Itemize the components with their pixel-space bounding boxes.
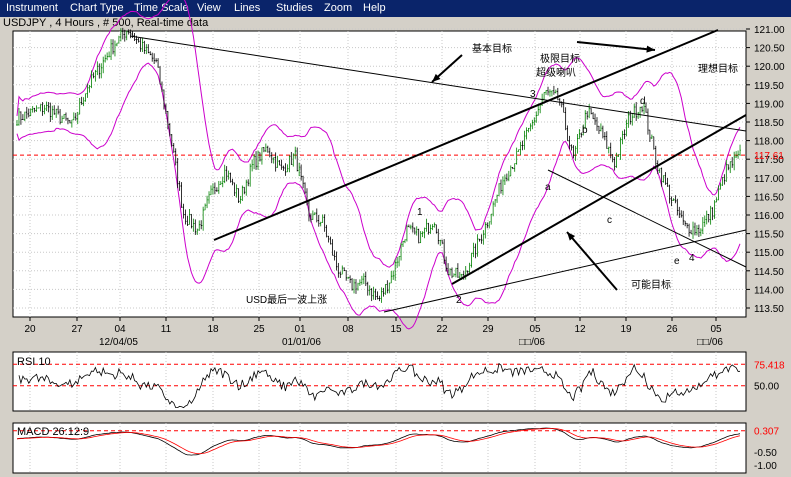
date-label: 12/04/05: [99, 337, 138, 348]
time-tick-label: 26: [666, 324, 678, 335]
price-tick-label: 117.00: [754, 174, 784, 185]
chart-annotation: 4: [689, 253, 695, 264]
chart-annotation: 理想目标: [698, 62, 738, 75]
price-tick-label: 119.50: [754, 81, 784, 92]
price-tick-label: 114.00: [754, 285, 784, 296]
chart-annotation: 2: [456, 295, 462, 306]
chart-annotation: 3: [530, 89, 536, 100]
chart-annotation: 基本目标: [472, 42, 512, 55]
rsi-value-label: 75.418: [754, 360, 785, 371]
price-tick-label: 119.00: [754, 99, 784, 110]
date-label: 01/01/06: [282, 337, 321, 348]
macd-level-label: -0.50: [754, 448, 777, 459]
time-tick-label: 12: [574, 324, 586, 335]
price-tick-label: 113.50: [754, 304, 784, 315]
time-tick-label: 15: [390, 324, 402, 335]
time-tick-label: 04: [114, 324, 126, 335]
chart-annotation: c: [607, 215, 612, 226]
time-tick-label: 22: [436, 324, 448, 335]
chart-annotation: d: [640, 96, 646, 107]
price-tick-label: 120.00: [754, 62, 785, 73]
chart-annotation: USD最后一波上涨: [246, 293, 327, 306]
chart-annotation: e: [674, 256, 680, 267]
macd-value-label: 0.307: [754, 427, 779, 438]
time-tick-label: 05: [710, 324, 722, 335]
price-tick-label: 115.50: [754, 230, 784, 241]
price-tick-label: 118.50: [754, 118, 784, 129]
chart-annotation: 可能目标: [631, 278, 671, 291]
price-tick-label: 120.50: [754, 44, 785, 55]
time-tick-label: 27: [71, 324, 83, 335]
chart-annotation: 1: [417, 207, 423, 218]
time-tick-label: 08: [342, 324, 354, 335]
time-tick-label: 18: [207, 324, 219, 335]
date-label: □□/06: [697, 337, 723, 348]
rsi-level-label: 50.00: [754, 382, 779, 393]
macd-level-label: -1.00: [754, 461, 777, 472]
time-tick-label: 01: [294, 324, 306, 335]
time-tick-label: 25: [253, 324, 265, 335]
rsi-plot-area[interactable]: [12, 351, 747, 412]
price-tick-label: 114.50: [754, 267, 784, 278]
time-tick-label: 20: [24, 324, 36, 335]
price-tick-label: 115.00: [754, 248, 784, 259]
chart-annotation: 超级喇叭: [536, 66, 576, 79]
chart-annotation: b: [582, 125, 588, 136]
macd-label: MACD 26:12:9: [17, 426, 89, 438]
date-label: □□/06: [519, 337, 545, 348]
main-plot-area[interactable]: [12, 30, 747, 318]
rsi-label: RSI 10: [17, 356, 51, 368]
time-tick-label: 11: [161, 324, 172, 335]
chart-annotation: a: [545, 182, 551, 193]
price-tick-label: 118.00: [754, 137, 784, 148]
time-tick-label: 29: [482, 324, 494, 335]
price-tick-label: 121.00: [754, 25, 785, 36]
price-tick-label: 116.50: [754, 192, 784, 203]
time-tick-label: 19: [620, 324, 632, 335]
current-price-label: 117.61: [754, 151, 784, 162]
time-tick-label: 05: [529, 324, 541, 335]
time-axis: 20 27 04 11 18 25 01 08 15 22 29 05 12 19 26 05 12/04/05…: [24, 317, 723, 348]
chart-annotation: 极限目标: [540, 52, 580, 65]
chart-canvas[interactable]: 基本目标极限目标超级喇叭 理想目标USD最后一波上涨可能目标1234abcde 1…: [0, 0, 791, 477]
price-axis: 121.00 120.50 120.00 119.50 119.00 118.50 118.…: [746, 25, 785, 315]
price-tick-label: 116.00: [754, 211, 784, 222]
